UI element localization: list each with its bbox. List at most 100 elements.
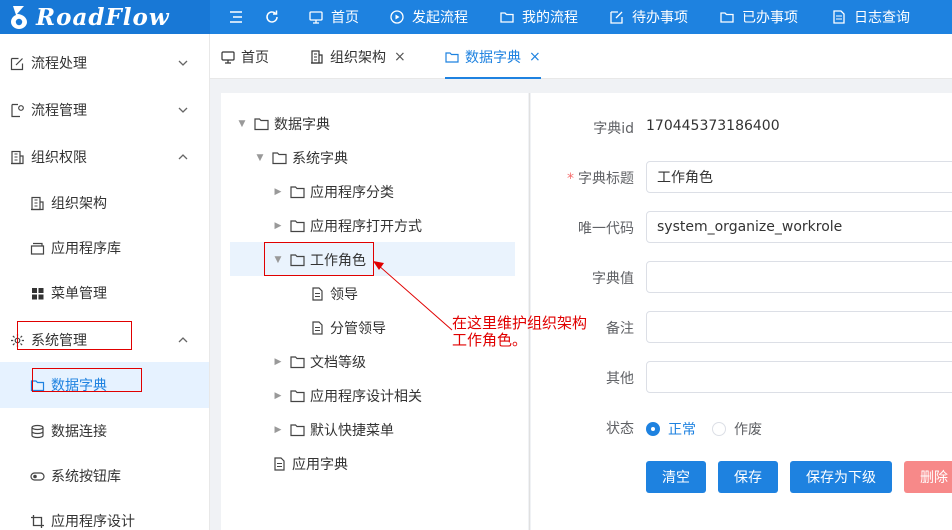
field-label-status: 状态 (606, 421, 634, 437)
caret-right-icon[interactable]: ▶ (272, 425, 284, 435)
sidebar-item-label: 系统按钮库 (51, 469, 121, 485)
folder-icon (445, 51, 459, 63)
sidebar-item-label: 组织权限 (31, 150, 87, 166)
tree-node[interactable]: ▼ 数据字典 (236, 107, 330, 141)
crop-icon (31, 514, 44, 528)
caret-down-icon[interactable]: ▼ (254, 153, 266, 163)
save-button[interactable]: 保存 (718, 461, 778, 493)
value-input[interactable] (646, 261, 952, 293)
toggle-icon (30, 471, 45, 481)
status-radio-void[interactable]: 作废 (712, 419, 762, 439)
clear-button[interactable]: 清空 (646, 461, 706, 493)
tree-node[interactable]: ▶ 默认快捷菜单 (272, 413, 394, 447)
database-icon (31, 424, 44, 438)
title-input[interactable]: 工作角色 (646, 161, 952, 193)
delete-button[interactable]: 删除 (904, 461, 952, 493)
topnav-log[interactable]: 日志查询 (832, 0, 910, 34)
sidebar-item-label: 数据连接 (51, 424, 107, 440)
menu-toggle-button[interactable] (228, 0, 244, 34)
tree-node-label: 领导 (330, 287, 358, 303)
sidebar-item-label: 应用程序库 (51, 241, 121, 257)
annotation-box-work-role (264, 242, 374, 276)
topnav-start-flow[interactable]: 发起流程 (390, 0, 468, 34)
tree-node-label: 应用字典 (292, 457, 348, 473)
annotation-box-system-management (17, 321, 132, 350)
chevron-down-icon (178, 60, 188, 66)
logo-mark-icon (11, 6, 27, 29)
annotation-line: 在这里维护组织架构 (452, 314, 588, 332)
sidebar-item-flow-processing[interactable]: 流程处理 (0, 40, 209, 86)
tree-node-label: 应用程序设计相关 (310, 389, 422, 405)
sidebar-item-org-structure[interactable]: 组织架构 (0, 180, 209, 226)
tree-node[interactable]: 领导 (310, 277, 358, 311)
note-input[interactable] (646, 311, 952, 343)
sidebar-item-app-design[interactable]: 应用程序设计 (0, 498, 209, 530)
other-input[interactable] (646, 361, 952, 393)
monitor-icon (221, 50, 235, 64)
folder-icon (290, 390, 305, 403)
chevron-up-icon (178, 337, 188, 343)
sidebar-item-system-buttons[interactable]: 系统按钮库 (0, 453, 209, 499)
topnav-todo[interactable]: 待办事项 (610, 0, 688, 34)
field-label-value: 字典值 (592, 271, 634, 287)
sidebar-item-label: 流程处理 (31, 56, 87, 72)
tab-close-button[interactable]: × (394, 49, 406, 65)
tab-label: 数据字典 (465, 49, 521, 66)
code-input[interactable]: system_organize_workrole (646, 211, 952, 243)
tab-label: 首页 (241, 49, 269, 66)
topnav-done[interactable]: 已办事项 (720, 0, 798, 34)
topnav-label: 已办事项 (742, 10, 798, 26)
tree-node[interactable]: ▶ 应用程序分类 (272, 175, 394, 209)
save-as-child-button[interactable]: 保存为下级 (790, 461, 892, 493)
caret-right-icon[interactable]: ▶ (272, 391, 284, 401)
sidebar-item-flow-management[interactable]: 流程管理 (0, 87, 209, 133)
tree-node[interactable]: ▶ 应用程序设计相关 (272, 379, 422, 413)
topnav-my-flow[interactable]: 我的流程 (500, 0, 578, 34)
radio-label: 正常 (668, 422, 696, 438)
panel-divider (529, 93, 530, 530)
sidebar-item-app-library[interactable]: 应用程序库 (0, 225, 209, 271)
annotation-note: 在这里维护组织架构 工作角色。 (452, 315, 587, 349)
tab-close-button[interactable]: × (529, 49, 541, 65)
refresh-icon (266, 10, 278, 23)
caret-down-icon[interactable]: ▼ (236, 119, 248, 129)
caret-right-icon[interactable]: ▶ (272, 187, 284, 197)
grid-icon (32, 287, 44, 299)
folder-icon (290, 186, 305, 199)
sidebar-item-org-permissions[interactable]: 组织权限 (0, 134, 209, 180)
refresh-button[interactable] (264, 0, 280, 34)
field-label-code: 唯一代码 (578, 221, 634, 237)
tree-node[interactable]: 分管领导 (310, 311, 386, 345)
tree-node[interactable]: ▶ 文档等级 (272, 345, 366, 379)
building-icon (31, 196, 44, 210)
radio-unchecked-icon (712, 422, 726, 436)
sidebar-item-label: 应用程序设计 (51, 514, 135, 530)
sidebar-item-data-connection[interactable]: 数据连接 (0, 408, 209, 454)
status-radio-normal[interactable]: 正常 (646, 419, 696, 439)
topnav-label: 发起流程 (412, 10, 468, 26)
document-icon (312, 321, 323, 335)
field-label-title: * 字典标题 (531, 168, 634, 188)
logo[interactable]: RoadFlow (0, 0, 210, 34)
tree-node[interactable]: ▶ 应用程序打开方式 (272, 209, 422, 243)
field-label-id: 字典id (593, 121, 634, 137)
caret-right-icon[interactable]: ▶ (272, 221, 284, 231)
tab-org-structure[interactable]: 组织架构 × (310, 34, 406, 79)
tree-node-label: 应用程序打开方式 (310, 219, 422, 235)
folder-icon (720, 12, 734, 23)
topnav-home[interactable]: 首页 (309, 0, 359, 34)
building-icon (11, 150, 24, 164)
tree-node[interactable]: 应用字典 (272, 447, 348, 481)
folder-icon (272, 152, 287, 165)
field-label-text: 字典标题 (578, 171, 634, 187)
tab-label: 组织架构 (330, 49, 386, 66)
tab-data-dictionary[interactable]: 数据字典 × (445, 34, 541, 79)
sidebar-item-label: 菜单管理 (51, 286, 107, 302)
tab-bar: 首页 组织架构 × 数据字典 × (210, 34, 952, 79)
caret-right-icon[interactable]: ▶ (272, 357, 284, 367)
tree-node[interactable]: ▼ 系统字典 (254, 141, 348, 175)
tab-home[interactable]: 首页 (221, 34, 269, 79)
sidebar-item-menu-management[interactable]: 菜单管理 (0, 270, 209, 316)
required-mark: * (567, 171, 574, 187)
document-icon (833, 10, 845, 24)
